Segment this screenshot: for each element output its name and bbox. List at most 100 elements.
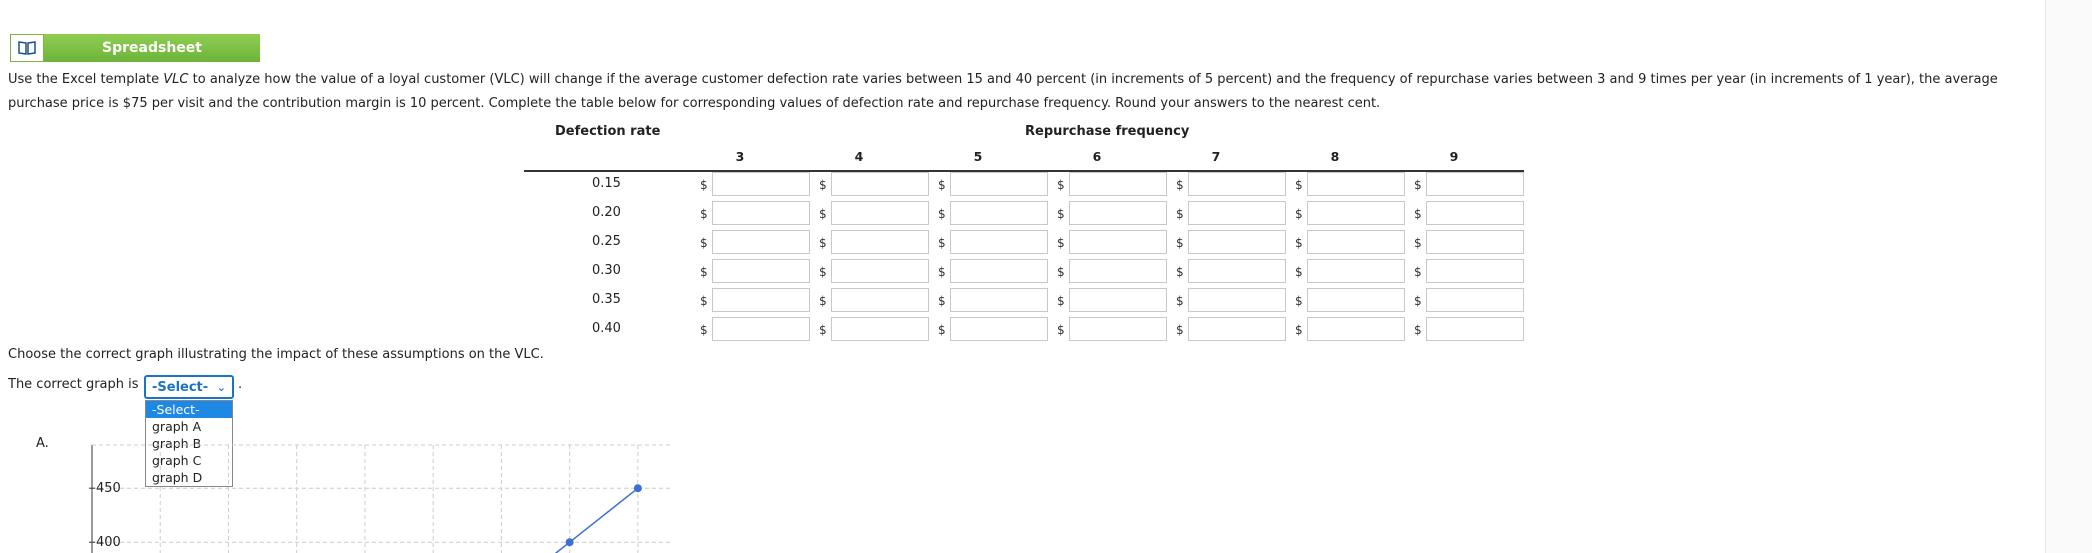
- vlc-input-0.35-5[interactable]: [950, 288, 1048, 312]
- currency-symbol: $: [819, 178, 827, 192]
- graph-select[interactable]: -Select- ⌄: [144, 375, 234, 399]
- currency-symbol: $: [1414, 236, 1422, 250]
- currency-symbol: $: [1057, 265, 1065, 279]
- vlc-input-0.20-7[interactable]: [1188, 201, 1286, 225]
- vlc-input-0.35-8[interactable]: [1307, 288, 1405, 312]
- currency-symbol: $: [1414, 207, 1422, 221]
- graph-option-graph-a[interactable]: graph A: [146, 418, 232, 435]
- vlc-input-0.40-9[interactable]: [1426, 317, 1524, 341]
- vlc-input-0.25-4[interactable]: [831, 230, 929, 254]
- row-label-0.20: 0.20: [592, 205, 621, 220]
- vlc-input-0.20-3[interactable]: [712, 201, 810, 225]
- vlc-input-0.25-6[interactable]: [1069, 230, 1167, 254]
- page-scrollbar[interactable]: [2045, 0, 2092, 553]
- currency-symbol: $: [1176, 323, 1184, 337]
- currency-symbol: $: [1057, 236, 1065, 250]
- currency-symbol: $: [938, 294, 946, 308]
- currency-symbol: $: [1176, 294, 1184, 308]
- currency-symbol: $: [1414, 323, 1422, 337]
- vlc-input-0.25-8[interactable]: [1307, 230, 1405, 254]
- vlc-input-0.20-6[interactable]: [1069, 201, 1167, 225]
- column-header-7: 7: [1211, 149, 1221, 164]
- currency-symbol: $: [700, 178, 708, 192]
- vlc-input-0.40-8[interactable]: [1307, 317, 1405, 341]
- row-label-0.15: 0.15: [592, 176, 621, 191]
- vlc-input-0.35-9[interactable]: [1426, 288, 1524, 312]
- vlc-input-0.30-6[interactable]: [1069, 259, 1167, 283]
- currency-symbol: $: [819, 207, 827, 221]
- column-header-5: 5: [973, 149, 983, 164]
- currency-symbol: $: [700, 236, 708, 250]
- vlc-input-0.15-3[interactable]: [712, 172, 810, 196]
- spreadsheet-button[interactable]: Spreadsheet: [10, 34, 260, 62]
- graph-question-prompt: Choose the correct graph illustrating th…: [8, 347, 544, 362]
- currency-symbol: $: [700, 294, 708, 308]
- vlc-input-0.25-3[interactable]: [712, 230, 810, 254]
- vlc-input-0.40-3[interactable]: [712, 317, 810, 341]
- vlc-input-0.15-8[interactable]: [1307, 172, 1405, 196]
- currency-symbol: $: [1057, 207, 1065, 221]
- currency-symbol: $: [700, 323, 708, 337]
- currency-symbol: $: [1295, 178, 1303, 192]
- vlc-input-0.25-9[interactable]: [1426, 230, 1524, 254]
- vlc-input-0.15-7[interactable]: [1188, 172, 1286, 196]
- vlc-input-0.40-4[interactable]: [831, 317, 929, 341]
- currency-symbol: $: [1176, 207, 1184, 221]
- currency-symbol: $: [1295, 323, 1303, 337]
- currency-symbol: $: [1176, 265, 1184, 279]
- vlc-input-0.20-9[interactable]: [1426, 201, 1524, 225]
- vlc-input-0.20-5[interactable]: [950, 201, 1048, 225]
- template-name: VLC: [163, 72, 189, 87]
- currency-symbol: $: [1295, 265, 1303, 279]
- vlc-input-0.35-6[interactable]: [1069, 288, 1167, 312]
- vlc-input-0.30-5[interactable]: [950, 259, 1048, 283]
- column-header-8: 8: [1330, 149, 1340, 164]
- vlc-input-0.30-8[interactable]: [1307, 259, 1405, 283]
- vlc-input-0.30-7[interactable]: [1188, 259, 1286, 283]
- vlc-input-0.15-9[interactable]: [1426, 172, 1524, 196]
- data-point: [633, 484, 642, 493]
- vlc-input-0.30-9[interactable]: [1426, 259, 1524, 283]
- column-header-3: 3: [735, 149, 745, 164]
- vlc-input-0.30-3[interactable]: [712, 259, 810, 283]
- currency-symbol: $: [1057, 294, 1065, 308]
- instructions-text: Use the Excel template VLC to analyze ho…: [8, 72, 1998, 111]
- spreadsheet-label: Spreadsheet: [44, 34, 260, 62]
- currency-symbol: $: [1176, 178, 1184, 192]
- column-header-6: 6: [1092, 149, 1102, 164]
- graph-a-label: A.: [36, 436, 49, 451]
- vlc-input-0.30-4[interactable]: [831, 259, 929, 283]
- currency-symbol: $: [938, 178, 946, 192]
- vlc-input-0.15-5[interactable]: [950, 172, 1048, 196]
- row-label-0.25: 0.25: [592, 234, 621, 249]
- vlc-input-0.40-5[interactable]: [950, 317, 1048, 341]
- currency-symbol: $: [1414, 294, 1422, 308]
- vlc-input-0.20-8[interactable]: [1307, 201, 1405, 225]
- vlc-input-0.25-7[interactable]: [1188, 230, 1286, 254]
- vlc-input-0.35-7[interactable]: [1188, 288, 1286, 312]
- series-line: [554, 541, 571, 553]
- currency-symbol: $: [938, 207, 946, 221]
- row-label-0.30: 0.30: [592, 263, 621, 278]
- vlc-input-0.25-5[interactable]: [950, 230, 1048, 254]
- graph-option-select[interactable]: -Select-: [146, 401, 232, 418]
- vlc-input-0.35-4[interactable]: [831, 288, 929, 312]
- currency-symbol: $: [1414, 265, 1422, 279]
- vlc-input-0.40-7[interactable]: [1188, 317, 1286, 341]
- currency-symbol: $: [938, 323, 946, 337]
- currency-symbol: $: [1295, 294, 1303, 308]
- vlc-input-0.15-6[interactable]: [1069, 172, 1167, 196]
- vlc-input-0.20-4[interactable]: [831, 201, 929, 225]
- graph-a-chart: 450 400: [89, 444, 672, 553]
- currency-symbol: $: [819, 294, 827, 308]
- vlc-input-0.40-6[interactable]: [1069, 317, 1167, 341]
- series-line: [569, 487, 639, 543]
- currency-symbol: $: [1057, 178, 1065, 192]
- vlc-input-0.15-4[interactable]: [831, 172, 929, 196]
- graph-select-value: -Select-: [152, 379, 209, 395]
- vlc-input-0.35-3[interactable]: [712, 288, 810, 312]
- currency-symbol: $: [1295, 207, 1303, 221]
- graph-question-lead: The correct graph is: [8, 377, 139, 392]
- data-point: [565, 538, 574, 547]
- sentence-period: .: [238, 377, 243, 392]
